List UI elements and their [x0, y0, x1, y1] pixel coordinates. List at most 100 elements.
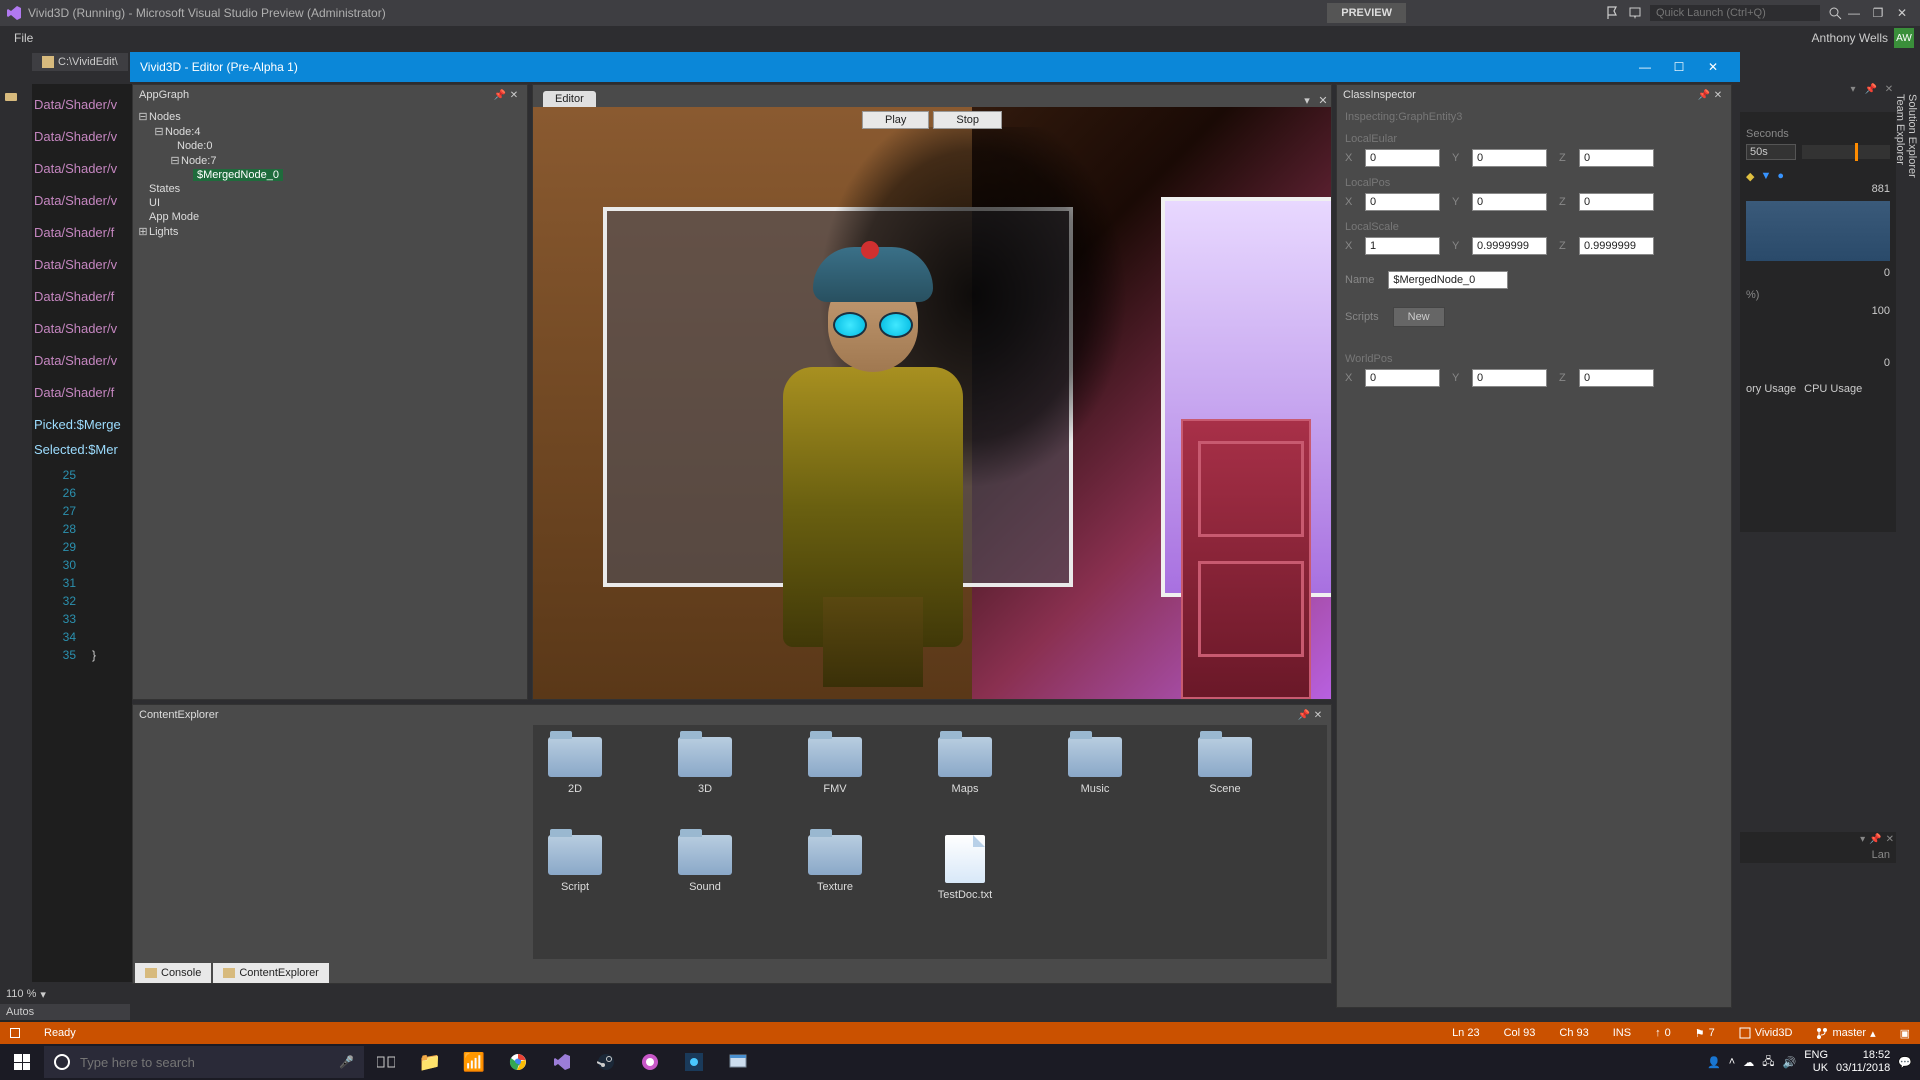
chrome-icon[interactable] — [496, 1044, 540, 1080]
tray-language[interactable]: ENG UK — [1804, 1049, 1828, 1075]
rss-icon[interactable]: 📶 — [452, 1044, 496, 1080]
play-button[interactable]: Play — [862, 111, 929, 129]
status-feedback-icon[interactable]: ▣ — [1900, 1027, 1910, 1040]
visual-studio-icon[interactable] — [540, 1044, 584, 1080]
app-minimize-button[interactable]: — — [1628, 53, 1662, 81]
folder-item[interactable]: FMV — [805, 737, 865, 795]
mic-icon[interactable]: 🎤 — [339, 1055, 354, 1069]
new-script-button[interactable]: New — [1393, 307, 1445, 327]
pos-x-input[interactable] — [1365, 193, 1440, 211]
pin-icon[interactable]: 📌 — [1297, 708, 1311, 722]
folder-item[interactable]: Scene — [1195, 737, 1255, 795]
close-icon[interactable]: ✕ — [1311, 708, 1325, 722]
tab-console[interactable]: Console — [135, 963, 211, 983]
vs-minimize-button[interactable]: — — [1842, 3, 1866, 23]
tree-node[interactable]: App Mode — [137, 210, 523, 224]
tree-node[interactable]: ⊞Lights — [137, 224, 523, 239]
scale-x-input[interactable] — [1365, 237, 1440, 255]
tab-contentexplorer[interactable]: ContentExplorer — [213, 963, 329, 983]
status-project[interactable]: Vivid3D — [1739, 1027, 1793, 1039]
scale-z-input[interactable] — [1579, 237, 1654, 255]
taskbar-search[interactable]: 🎤 — [44, 1046, 364, 1078]
zoom-selector[interactable]: 110 % ▾ — [0, 984, 130, 1004]
search-icon[interactable] — [1828, 6, 1842, 20]
folder-item[interactable]: Maps — [935, 737, 995, 795]
start-button[interactable] — [0, 1044, 44, 1080]
eular-z-input[interactable] — [1579, 149, 1654, 167]
folder-item[interactable]: Texture — [805, 835, 865, 901]
flag-icon[interactable] — [1606, 6, 1620, 20]
pos-z-input[interactable] — [1579, 193, 1654, 211]
scale-y-input[interactable] — [1472, 237, 1547, 255]
tab-solution-explorer[interactable]: Solution Explorer — [1906, 94, 1918, 1022]
app-maximize-button[interactable]: ☐ — [1662, 53, 1696, 81]
status-publish[interactable]: ↑0 — [1655, 1027, 1671, 1039]
folder-item[interactable]: Sound — [675, 835, 735, 901]
viewport-minimize-icon[interactable]: ▾ — [1299, 94, 1315, 107]
tray-onedrive-icon[interactable]: ☁ — [1743, 1056, 1754, 1069]
notification-icon[interactable] — [1628, 6, 1642, 20]
task-view-icon[interactable] — [364, 1044, 408, 1080]
stop-button[interactable]: Stop — [933, 111, 1002, 129]
worldpos-x-input[interactable] — [1365, 369, 1440, 387]
name-input[interactable] — [1388, 271, 1508, 289]
app-close-button[interactable]: ✕ — [1696, 53, 1730, 81]
pos-y-input[interactable] — [1472, 193, 1547, 211]
diag-time-input[interactable] — [1746, 144, 1796, 160]
vs-close-button[interactable]: ✕ — [1890, 3, 1914, 23]
close-icon[interactable]: ✕ — [1711, 88, 1725, 102]
steam-icon[interactable] — [584, 1044, 628, 1080]
file-explorer-icon[interactable]: 📁 — [408, 1044, 452, 1080]
worldpos-y-input[interactable] — [1472, 369, 1547, 387]
tray-people-icon[interactable]: 👤 — [1707, 1056, 1721, 1069]
eular-y-input[interactable] — [1472, 149, 1547, 167]
diag-dropdown-icon[interactable]: ▾ — [1860, 834, 1865, 845]
user-avatar[interactable]: AW — [1894, 28, 1914, 48]
app-icon[interactable] — [672, 1044, 716, 1080]
folder-item[interactable]: Script — [545, 835, 605, 901]
tree-node[interactable]: States — [137, 182, 523, 196]
viewport-3d[interactable]: Play Stop — [533, 107, 1331, 699]
worldpos-z-input[interactable] — [1579, 369, 1654, 387]
tree-node[interactable]: Node:0 — [137, 139, 523, 153]
pin-icon[interactable]: 📌 — [1864, 84, 1878, 98]
tab-memory-usage[interactable]: ory Usage — [1746, 383, 1796, 395]
document-tab[interactable]: C:\VividEdit\ — [32, 53, 128, 71]
status-pending[interactable]: ⚑7 — [1695, 1027, 1715, 1040]
status-branch[interactable]: master▴ — [1816, 1027, 1875, 1040]
diag-dropdown-icon[interactable]: ▾ — [1846, 84, 1860, 98]
vs-maximize-button[interactable]: ❐ — [1866, 3, 1890, 23]
menu-file[interactable]: File — [6, 29, 41, 47]
preview-button[interactable]: PREVIEW — [1327, 3, 1406, 23]
close-icon[interactable]: ✕ — [507, 88, 521, 102]
tree-node[interactable]: ⊟Node:7 — [137, 153, 523, 168]
app-icon[interactable] — [628, 1044, 672, 1080]
tab-team-explorer[interactable]: Team Explorer — [1894, 94, 1906, 1042]
folder-item[interactable]: 3D — [675, 737, 735, 795]
close-icon[interactable]: ✕ — [1886, 834, 1894, 845]
breakpoint-icon[interactable] — [4, 90, 28, 104]
taskbar-search-input[interactable] — [80, 1055, 329, 1070]
tray-clock[interactable]: 18:52 03/11/2018 — [1836, 1049, 1890, 1075]
app-icon[interactable] — [716, 1044, 760, 1080]
tray-notifications-icon[interactable]: 💬 — [1898, 1056, 1912, 1069]
quick-launch-input[interactable] — [1650, 5, 1820, 21]
editor-tab[interactable]: Editor — [543, 91, 596, 107]
pin-icon[interactable]: 📌 — [1869, 834, 1881, 845]
eular-x-input[interactable] — [1365, 149, 1440, 167]
tray-volume-icon[interactable]: 🔊 — [1783, 1056, 1797, 1069]
pin-icon[interactable]: 📌 — [1697, 88, 1711, 102]
folder-item[interactable]: 2D — [545, 737, 605, 795]
tree-node[interactable]: UI — [137, 196, 523, 210]
tree-node-selected[interactable]: $MergedNode_0 — [137, 168, 523, 182]
folder-item[interactable]: Music — [1065, 737, 1125, 795]
pin-icon[interactable]: 📌 — [493, 88, 507, 102]
content-tree[interactable] — [133, 725, 529, 983]
tray-chevron-icon[interactable]: ˄ — [1729, 1056, 1735, 1068]
tab-cpu-usage[interactable]: CPU Usage — [1804, 383, 1862, 395]
user-name[interactable]: Anthony Wells — [1812, 31, 1888, 45]
tray-network-icon[interactable]: 🖧 — [1762, 1053, 1774, 1072]
tree-node[interactable]: ⊟Node:4 — [137, 124, 523, 139]
tree-node[interactable]: ⊟Nodes — [137, 109, 523, 124]
viewport-close-icon[interactable]: ✕ — [1315, 94, 1331, 107]
